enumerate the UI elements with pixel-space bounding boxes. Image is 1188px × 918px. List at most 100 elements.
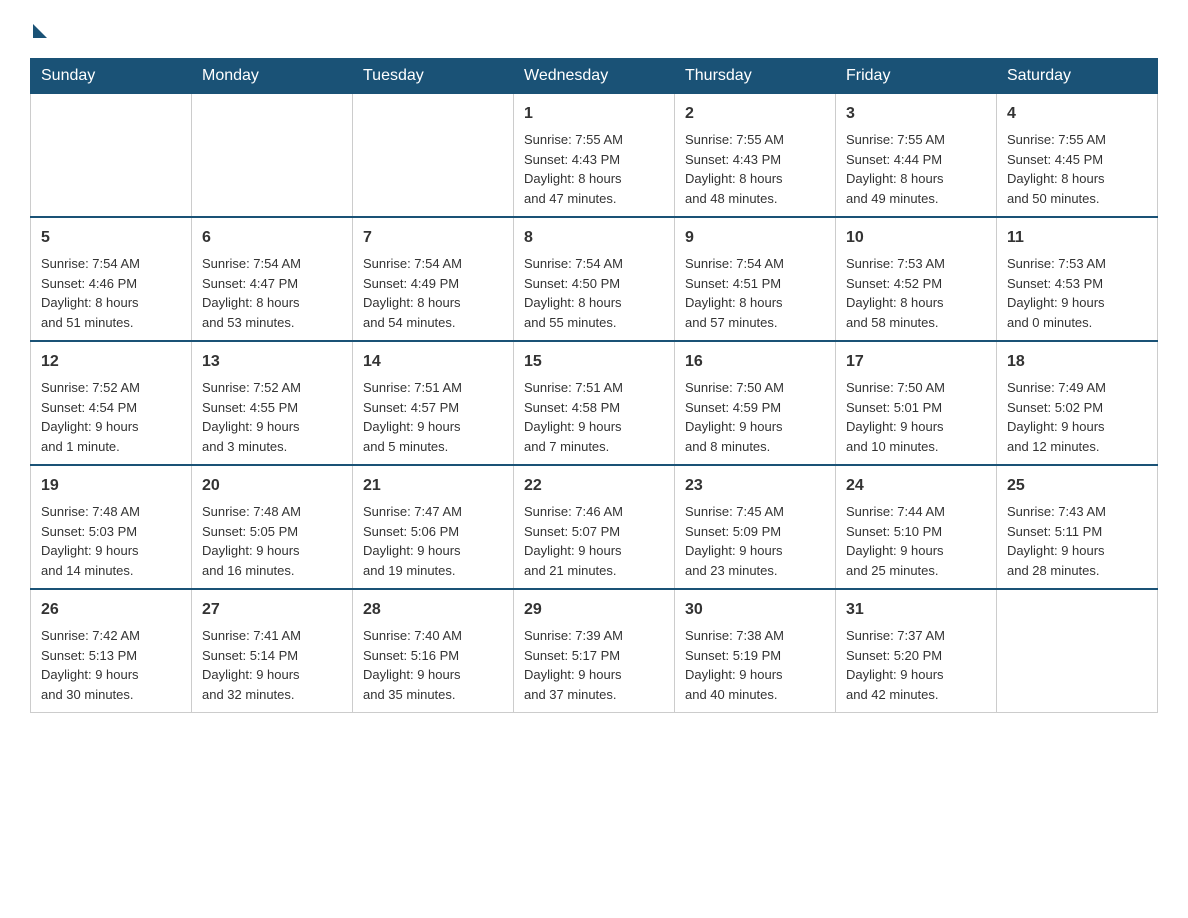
day-number: 23 [685,474,825,498]
calendar-cell: 31 Sunrise: 7:37 AM Sunset: 5:20 PM Dayli… [836,589,997,713]
calendar-cell: 2Sunrise: 7:55 AM Sunset: 4:43 PM Daylig… [675,94,836,218]
day-number: 16 [685,350,825,374]
day-info: Sunrise: 7:50 AM Sunset: 5:01 PM Dayligh… [846,378,986,456]
day-number: 20 [202,474,342,498]
day-info: Sunrise: 7:54 AM Sunset: 4:49 PM Dayligh… [363,254,503,332]
calendar-cell: 13Sunrise: 7:52 AM Sunset: 4:55 PM Dayli… [192,341,353,465]
calendar-cell: 8 Sunrise: 7:54 AM Sunset: 4:50 PM Daylig… [514,217,675,341]
day-header-saturday: Saturday [997,59,1158,94]
calendar-cell: 19 Sunrise: 7:48 AM Sunset: 5:03 PM Dayli… [31,465,192,589]
calendar-cell: 9 Sunrise: 7:54 AM Sunset: 4:51 PM Daylig… [675,217,836,341]
day-info: Sunrise: 7:43 AM Sunset: 5:11 PM Dayligh… [1007,502,1147,580]
day-info: Sunrise: 7:54 AM Sunset: 4:46 PM Dayligh… [41,254,181,332]
day-info: Sunrise: 7:55 AM Sunset: 4:44 PM Dayligh… [846,130,986,208]
calendar-cell: 24 Sunrise: 7:44 AM Sunset: 5:10 PM Dayli… [836,465,997,589]
calendar-cell [192,94,353,218]
day-info: Sunrise: 7:55 AM Sunset: 4:43 PM Dayligh… [524,130,664,208]
day-info: Sunrise: 7:44 AM Sunset: 5:10 PM Dayligh… [846,502,986,580]
day-info: Sunrise: 7:54 AM Sunset: 4:47 PM Dayligh… [202,254,342,332]
page-header [30,20,1158,38]
calendar-cell: 25Sunrise: 7:43 AM Sunset: 5:11 PM Dayli… [997,465,1158,589]
day-number: 27 [202,598,342,622]
day-number: 21 [363,474,503,498]
day-number: 9 [685,226,825,250]
calendar-cell: 7 Sunrise: 7:54 AM Sunset: 4:49 PM Daylig… [353,217,514,341]
day-header-monday: Monday [192,59,353,94]
day-info: Sunrise: 7:51 AM Sunset: 4:58 PM Dayligh… [524,378,664,456]
day-number: 8 [524,226,664,250]
calendar-week-row: 1 Sunrise: 7:55 AM Sunset: 4:43 PM Daylig… [31,94,1158,218]
calendar-cell: 17 Sunrise: 7:50 AM Sunset: 5:01 PM Dayli… [836,341,997,465]
calendar-week-row: 5 Sunrise: 7:54 AM Sunset: 4:46 PM Daylig… [31,217,1158,341]
calendar-cell: 22 Sunrise: 7:46 AM Sunset: 5:07 PM Dayli… [514,465,675,589]
day-number: 13 [202,350,342,374]
calendar-cell: 14 Sunrise: 7:51 AM Sunset: 4:57 PM Dayli… [353,341,514,465]
calendar-cell: 3 Sunrise: 7:55 AM Sunset: 4:44 PM Daylig… [836,94,997,218]
day-number: 2 [685,102,825,126]
calendar-week-row: 26 Sunrise: 7:42 AM Sunset: 5:13 PM Dayli… [31,589,1158,713]
day-header-sunday: Sunday [31,59,192,94]
day-number: 19 [41,474,181,498]
day-info: Sunrise: 7:49 AM Sunset: 5:02 PM Dayligh… [1007,378,1147,456]
logo-arrow-icon [33,24,47,38]
day-info: Sunrise: 7:48 AM Sunset: 5:05 PM Dayligh… [202,502,342,580]
day-number: 28 [363,598,503,622]
calendar-week-row: 19 Sunrise: 7:48 AM Sunset: 5:03 PM Dayli… [31,465,1158,589]
day-info: Sunrise: 7:45 AM Sunset: 5:09 PM Dayligh… [685,502,825,580]
day-number: 22 [524,474,664,498]
calendar-cell: 16 Sunrise: 7:50 AM Sunset: 4:59 PM Dayli… [675,341,836,465]
calendar-cell [353,94,514,218]
calendar-week-row: 12 Sunrise: 7:52 AM Sunset: 4:54 PM Dayli… [31,341,1158,465]
calendar-cell: 10 Sunrise: 7:53 AM Sunset: 4:52 PM Dayli… [836,217,997,341]
day-info: Sunrise: 7:50 AM Sunset: 4:59 PM Dayligh… [685,378,825,456]
day-number: 31 [846,598,986,622]
calendar-cell: 1 Sunrise: 7:55 AM Sunset: 4:43 PM Daylig… [514,94,675,218]
calendar-cell: 23 Sunrise: 7:45 AM Sunset: 5:09 PM Dayli… [675,465,836,589]
day-info: Sunrise: 7:46 AM Sunset: 5:07 PM Dayligh… [524,502,664,580]
calendar-table: SundayMondayTuesdayWednesdayThursdayFrid… [30,58,1158,713]
calendar-cell: 12 Sunrise: 7:52 AM Sunset: 4:54 PM Dayli… [31,341,192,465]
day-info: Sunrise: 7:37 AM Sunset: 5:20 PM Dayligh… [846,626,986,704]
day-number: 3 [846,102,986,126]
day-info: Sunrise: 7:51 AM Sunset: 4:57 PM Dayligh… [363,378,503,456]
day-info: Sunrise: 7:41 AM Sunset: 5:14 PM Dayligh… [202,626,342,704]
day-number: 6 [202,226,342,250]
day-number: 12 [41,350,181,374]
calendar-cell: 11Sunrise: 7:53 AM Sunset: 4:53 PM Dayli… [997,217,1158,341]
day-info: Sunrise: 7:55 AM Sunset: 4:45 PM Dayligh… [1007,130,1147,208]
day-info: Sunrise: 7:42 AM Sunset: 5:13 PM Dayligh… [41,626,181,704]
day-info: Sunrise: 7:54 AM Sunset: 4:50 PM Dayligh… [524,254,664,332]
calendar-cell: 27 Sunrise: 7:41 AM Sunset: 5:14 PM Dayli… [192,589,353,713]
calendar-cell: 6 Sunrise: 7:54 AM Sunset: 4:47 PM Daylig… [192,217,353,341]
day-info: Sunrise: 7:53 AM Sunset: 4:52 PM Dayligh… [846,254,986,332]
day-number: 26 [41,598,181,622]
day-number: 15 [524,350,664,374]
day-number: 17 [846,350,986,374]
day-number: 1 [524,102,664,126]
calendar-cell: 18 Sunrise: 7:49 AM Sunset: 5:02 PM Dayli… [997,341,1158,465]
day-info: Sunrise: 7:52 AM Sunset: 4:54 PM Dayligh… [41,378,181,456]
day-number: 18 [1007,350,1147,374]
calendar-cell: 20 Sunrise: 7:48 AM Sunset: 5:05 PM Dayli… [192,465,353,589]
day-number: 30 [685,598,825,622]
day-number: 4 [1007,102,1147,126]
day-number: 11 [1007,226,1147,250]
calendar-cell: 30Sunrise: 7:38 AM Sunset: 5:19 PM Dayli… [675,589,836,713]
day-info: Sunrise: 7:47 AM Sunset: 5:06 PM Dayligh… [363,502,503,580]
calendar-cell: 5 Sunrise: 7:54 AM Sunset: 4:46 PM Daylig… [31,217,192,341]
day-number: 10 [846,226,986,250]
day-number: 5 [41,226,181,250]
day-info: Sunrise: 7:40 AM Sunset: 5:16 PM Dayligh… [363,626,503,704]
calendar-cell: 21 Sunrise: 7:47 AM Sunset: 5:06 PM Dayli… [353,465,514,589]
calendar-cell [997,589,1158,713]
calendar-cell: 29Sunrise: 7:39 AM Sunset: 5:17 PM Dayli… [514,589,675,713]
day-number: 14 [363,350,503,374]
logo [30,20,47,38]
day-info: Sunrise: 7:39 AM Sunset: 5:17 PM Dayligh… [524,626,664,704]
day-number: 7 [363,226,503,250]
day-number: 24 [846,474,986,498]
day-info: Sunrise: 7:48 AM Sunset: 5:03 PM Dayligh… [41,502,181,580]
day-info: Sunrise: 7:54 AM Sunset: 4:51 PM Dayligh… [685,254,825,332]
calendar-cell: 4 Sunrise: 7:55 AM Sunset: 4:45 PM Daylig… [997,94,1158,218]
calendar-header-row: SundayMondayTuesdayWednesdayThursdayFrid… [31,59,1158,94]
